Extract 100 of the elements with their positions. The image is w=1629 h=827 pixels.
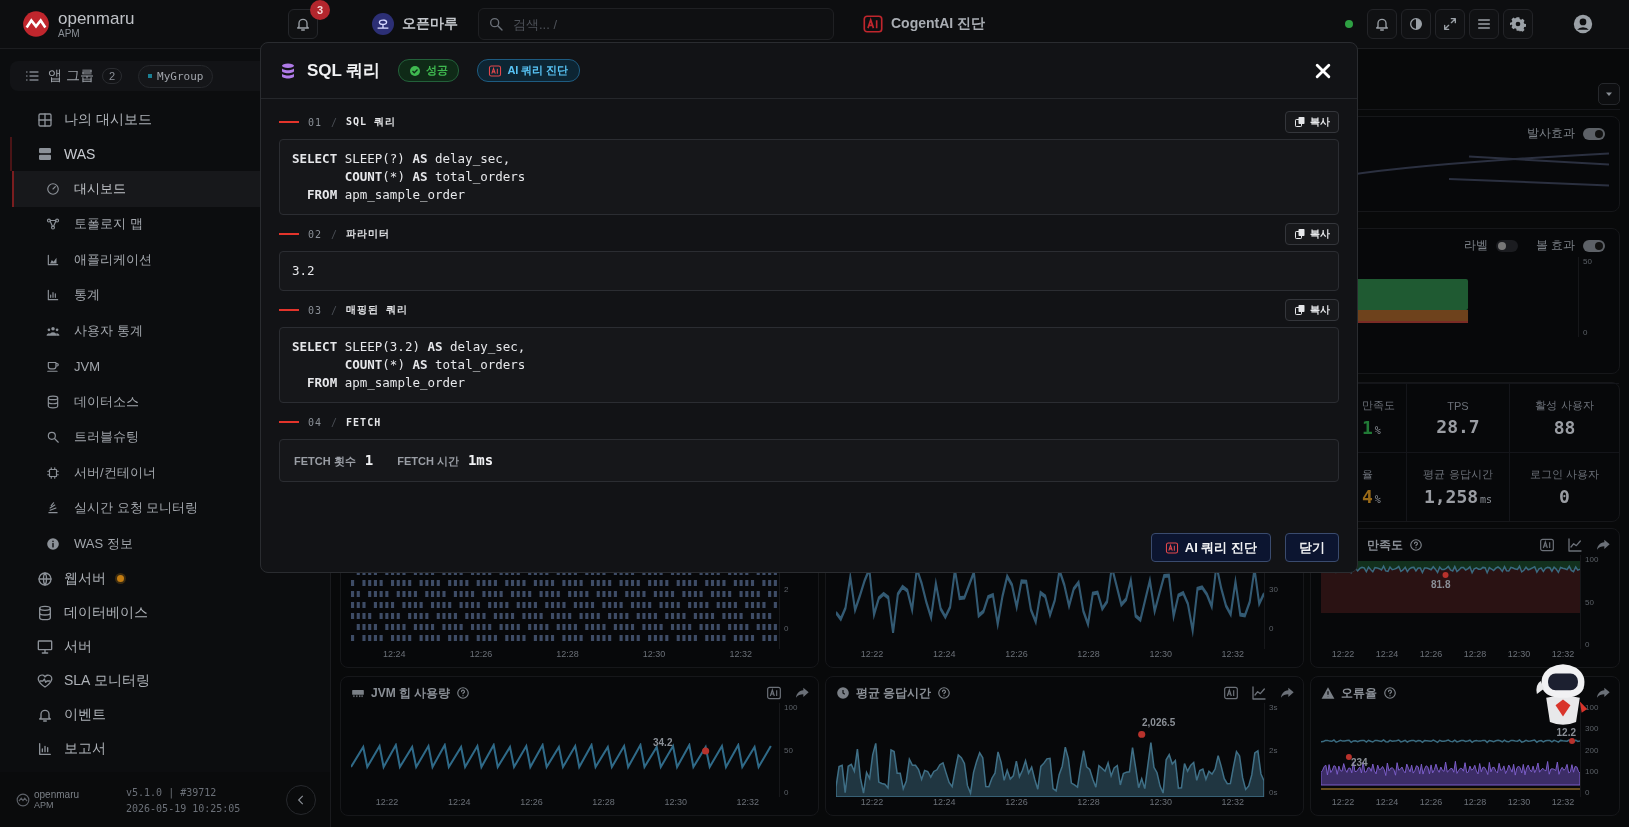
user-avatar-icon[interactable] (1573, 14, 1593, 34)
org-name[interactable]: 오픈마루 (402, 15, 458, 33)
expand-icon (1442, 16, 1458, 32)
contrast-icon (1408, 16, 1424, 32)
ai-icon[interactable] (766, 685, 782, 701)
ai-icon (862, 13, 884, 35)
axis-tick: 12:32 (729, 649, 752, 661)
ai-diagnosis-button[interactable]: AI 쿼리 진단 (1150, 533, 1271, 562)
chart-title: 오류율 (1341, 684, 1377, 702)
warning-icon (1321, 686, 1335, 700)
copy-icon (1294, 116, 1306, 128)
axis-tick: 200 (1585, 745, 1600, 755)
ai-icon (1164, 540, 1179, 555)
axis-tick: 0s (1269, 788, 1279, 797)
footer-brand-sub: APM (34, 800, 54, 810)
nav-label: 이벤트 (64, 705, 106, 724)
ai-diagnosis-link[interactable]: CogentAI 진단 (862, 13, 986, 35)
copy-button[interactable]: 복사 (1285, 111, 1339, 133)
close-dialog-button[interactable]: 닫기 (1285, 533, 1339, 562)
toggle-switch[interactable] (1495, 239, 1518, 252)
nav-item[interactable]: 웹서버 (10, 561, 330, 596)
nav-label: WAS (64, 146, 96, 162)
section-separator: / (331, 116, 338, 128)
axis-tick: 0 (784, 788, 790, 797)
nav-label: 서버/컨테이너 (74, 463, 156, 482)
nav-item[interactable]: SLA 모니터링 (10, 663, 330, 698)
kpi-unit: ms (1480, 494, 1493, 505)
ai-badge[interactable]: AI 쿼리 진단 (477, 59, 580, 82)
axis-tick: 0 (1585, 788, 1591, 797)
menu-button[interactable] (1469, 9, 1499, 39)
axis-tick: 12:28 (556, 649, 579, 661)
kpi-label: 만족도 (1362, 398, 1395, 413)
copy-button[interactable]: 복사 (1285, 223, 1339, 245)
expand-button[interactable] (1435, 9, 1465, 39)
line-chart-icon[interactable] (1251, 685, 1267, 701)
bell-icon (295, 16, 311, 32)
nav-label: 보고서 (64, 739, 106, 758)
ai-icon[interactable] (1539, 537, 1555, 553)
code-line: COUNT(*) AS total_orders (343, 168, 527, 186)
menu-icon (1476, 16, 1492, 32)
clock-icon (836, 686, 850, 700)
nav-label: JVM (74, 358, 100, 374)
help-icon[interactable] (937, 686, 952, 700)
value-label: 234 (1351, 757, 1368, 768)
toggle-switch[interactable] (1583, 239, 1605, 252)
help-icon[interactable] (456, 686, 471, 700)
search-field[interactable]: 검색... / (478, 8, 834, 40)
axis-tick: 12:32 (1551, 797, 1575, 809)
axis-tick: 100 (1585, 555, 1600, 564)
org-avatar[interactable]: 오 (372, 13, 394, 35)
nav-item[interactable]: 이벤트 (10, 697, 330, 732)
copy-button[interactable]: 복사 (1285, 299, 1339, 321)
settings-button[interactable] (1503, 9, 1533, 39)
notification-button[interactable] (288, 9, 318, 39)
axis-tick: 12:30 (664, 797, 687, 809)
axis-tick: 12:30 (642, 649, 666, 661)
search-icon (46, 430, 60, 445)
axis-tick: 12:28 (1463, 797, 1487, 809)
chart-title: JVM 힙 사용량 (371, 684, 451, 702)
help-icon[interactable] (1383, 686, 1397, 700)
toggle-switch[interactable] (1583, 127, 1605, 140)
kpi-value: 88 (1553, 417, 1576, 438)
globe-icon (37, 570, 53, 587)
axis-tick: 100 (784, 703, 799, 712)
nav-label: 데이터소스 (74, 392, 139, 411)
toggle-label: 볼 효과 (1535, 237, 1575, 254)
help-icon[interactable] (1409, 538, 1423, 552)
database-icon (46, 394, 60, 409)
contrast-button[interactable] (1401, 9, 1431, 39)
stat-label: FETCH 시간 (397, 454, 459, 469)
database-icon (279, 61, 297, 80)
axis-tick: 0 (784, 624, 790, 633)
nav-label: 나의 대시보드 (64, 111, 152, 129)
copy-icon (1294, 228, 1306, 240)
axis-tick: 12:22 (1331, 797, 1355, 809)
nav-label: 서버 (64, 637, 92, 656)
axis-tick: 12:24 (1375, 797, 1399, 809)
axis-tick: 12:26 (1005, 649, 1028, 661)
axis-tick: 2 (784, 585, 790, 594)
value-label: 34.2 (653, 737, 673, 748)
axis-tick: 30 (1269, 585, 1279, 594)
version-text: v5.1.0 | #39712 (126, 786, 218, 798)
stat-label: FETCH 횟수 (294, 454, 356, 469)
nav-item[interactable]: 데이터베이스 (10, 595, 330, 630)
section-number: 03 (308, 304, 323, 316)
line-chart-icon[interactable] (1567, 537, 1583, 553)
stat-value: 1ms (467, 452, 494, 468)
group-chip[interactable]: MyGroup (138, 64, 214, 88)
ai-icon[interactable] (1223, 685, 1239, 701)
axis-tick: 12:26 (1419, 649, 1443, 661)
kpi-label: TPS (1447, 399, 1469, 412)
stack-icon (46, 501, 60, 516)
app-group-label[interactable]: 앱 그룹 (48, 67, 94, 85)
axis-tick: 3s (1269, 703, 1279, 712)
bell-button[interactable] (1367, 9, 1397, 39)
axis-tick: 12:22 (1331, 649, 1355, 661)
nav-item[interactable]: 서버 (10, 629, 330, 664)
nav-subitem[interactable]: 실시간 요청 모니터링 (12, 490, 330, 526)
nav-item[interactable]: 보고서 (10, 731, 330, 766)
nav-subitem[interactable]: WAS 정보 (12, 526, 330, 562)
